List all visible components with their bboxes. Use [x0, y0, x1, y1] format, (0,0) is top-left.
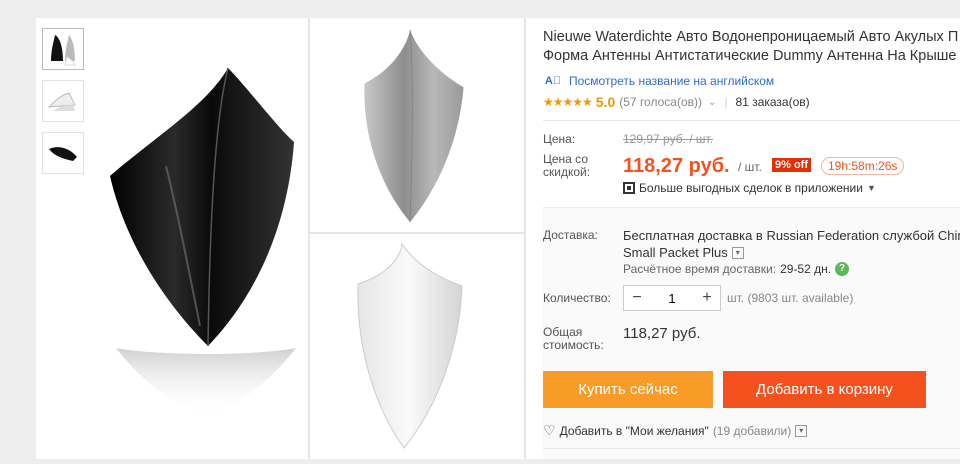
- thumbnail-3[interactable]: [42, 132, 84, 174]
- rating-score: 5.0: [595, 94, 616, 110]
- rating-votes[interactable]: (57 голоса(ов)): [619, 95, 702, 109]
- app-deals-link[interactable]: Больше выгодных сделок в приложении ▼: [623, 181, 876, 195]
- discount-label-line-2: скидкой:: [543, 165, 591, 179]
- quantity-label: Количество:: [543, 291, 611, 305]
- wishlist-label: Добавить в "Мои желания": [559, 423, 709, 438]
- discount-badge: 9% off: [772, 158, 811, 172]
- caret-down-icon: ▼: [866, 183, 876, 193]
- discount-price: 118,27 руб.: [623, 155, 730, 177]
- divider: [543, 448, 960, 449]
- per-unit: / шт.: [738, 160, 762, 174]
- add-to-cart-button[interactable]: Добавить в корзину: [723, 371, 926, 408]
- translate-icon: A⃝: [544, 75, 562, 87]
- chevron-down-icon[interactable]: ⌄: [708, 97, 716, 108]
- quantity-available: шт. (9803 шт. available): [727, 291, 854, 305]
- white-antenna-image[interactable]: [310, 236, 524, 459]
- discount-price-label: Цена со скидкой:: [543, 153, 590, 179]
- quantity-increase-button[interactable]: +: [694, 286, 720, 310]
- thumbnail-1[interactable]: [42, 28, 84, 70]
- quantity-decrease-button[interactable]: −: [624, 286, 650, 310]
- rating-row: ★★★★★ 5.0 (57 голоса(ов)) ⌄ | 81 заказа(…: [543, 94, 810, 110]
- separator: |: [724, 95, 728, 109]
- thumbnail-2[interactable]: [42, 80, 84, 122]
- chevron-down-icon[interactable]: ▾: [795, 424, 808, 437]
- countdown-timer: 19h:58m:26s: [821, 157, 905, 175]
- old-price: 129,97 руб. / шт.: [623, 132, 714, 146]
- buy-now-button[interactable]: Купить сейчас: [543, 371, 713, 408]
- wishlist-link[interactable]: ♡ Добавить в "Мои желания" (19 добавили)…: [543, 422, 808, 439]
- thumbnail-image: [49, 147, 77, 161]
- divider: [543, 120, 960, 121]
- quantity-stepper: − +: [623, 285, 721, 311]
- shipping-method: Бесплатная доставка в Russian Federation…: [623, 227, 960, 261]
- quantity-input[interactable]: [650, 286, 694, 310]
- shipping-line-1: Бесплатная доставка в Russian Federation…: [623, 228, 960, 243]
- app-deals-label: Больше выгодных сделок в приложении: [639, 181, 863, 195]
- shipping-label: Доставка:: [543, 228, 598, 242]
- black-antenna-image: [110, 67, 296, 416]
- help-icon[interactable]: ?: [835, 262, 850, 276]
- product-info-panel: Nieuwe Waterdichte Авто Водонепроницаемы…: [543, 18, 960, 459]
- main-product-image[interactable]: [96, 26, 308, 450]
- qr-code-icon: [623, 182, 635, 194]
- title-line-1: Nieuwe Waterdichte Авто Водонепроницаемы…: [543, 29, 959, 45]
- heart-icon: ♡: [543, 422, 556, 438]
- chevron-down-icon[interactable]: ▾: [731, 246, 744, 259]
- translate-link[interactable]: A⃝ Посмотреть название на английском: [543, 74, 774, 88]
- total-label: Общая стоимость:: [543, 326, 604, 352]
- wishlist-count: (19 добавили): [712, 423, 792, 438]
- orders-count: 81 заказа(ов): [735, 95, 810, 109]
- title-line-2: Форма Антенны Антистатические Dummy Анте…: [543, 48, 957, 64]
- product-page: Nieuwe Waterdichte Авто Водонепроницаемы…: [36, 18, 960, 459]
- thumbnail-image: [47, 92, 76, 111]
- rating-stars: ★★★★★: [543, 95, 593, 109]
- translate-link-label: Посмотреть название на английском: [569, 74, 775, 88]
- image-collage: [308, 18, 526, 459]
- product-title: Nieuwe Waterdichte Авто Водонепроницаемы…: [543, 28, 960, 66]
- silver-antenna-image[interactable]: [310, 18, 524, 234]
- price-label: Цена:: [543, 132, 576, 146]
- delivery-eta: Расчётное время доставки: 29-52 дн. ?: [623, 262, 850, 276]
- shipping-line-2: Small Packet Plus: [623, 245, 728, 260]
- eta-label: Расчётное время доставки:: [623, 262, 777, 276]
- thumbnail-image: [51, 35, 76, 66]
- thumbnail-strip: [42, 28, 86, 184]
- total-label-line-2: стоимость:: [543, 338, 604, 352]
- total-price: 118,27 руб.: [623, 325, 701, 342]
- eta-value: 29-52 дн.: [780, 262, 832, 276]
